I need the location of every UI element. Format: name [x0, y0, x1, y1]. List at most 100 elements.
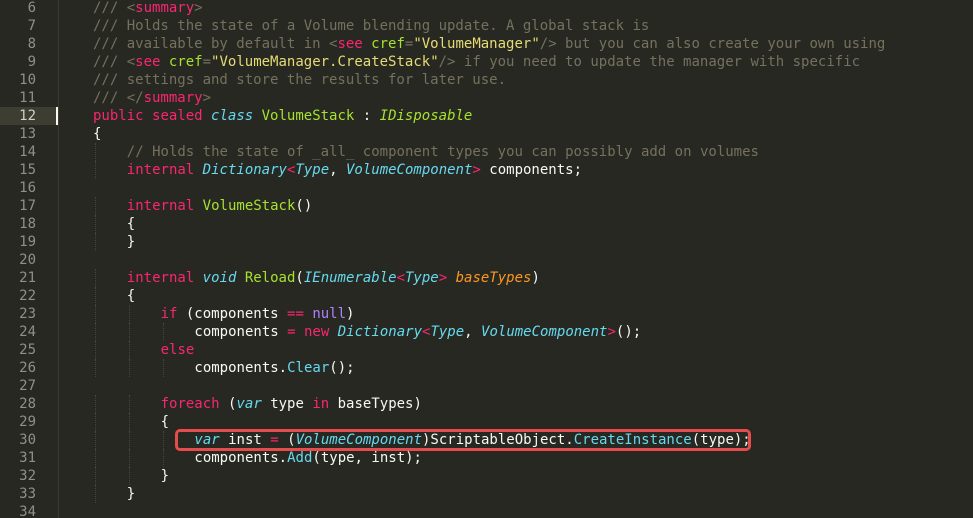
- code-text[interactable]: // Holds the state of _all_ component ty…: [127, 143, 759, 161]
- code-line[interactable]: 31 components.Add(type, inst);: [0, 449, 973, 467]
- line-number: 16: [19, 180, 36, 196]
- code-token: /// <: [93, 54, 136, 70]
- code-line[interactable]: 27: [0, 377, 973, 395]
- code-token: cref: [371, 36, 405, 52]
- code-text[interactable]: var inst = (VolumeComponent)ScriptableOb…: [194, 431, 750, 449]
- code-text[interactable]: /// <summary>: [93, 0, 203, 17]
- code-line[interactable]: 16: [0, 179, 973, 197]
- line-number: 13: [19, 126, 36, 142]
- code-text[interactable]: internal void Reload(IEnumerable<Type> b…: [127, 269, 540, 287]
- code-line[interactable]: 23 if (components == null): [0, 305, 973, 323]
- code-line[interactable]: 11 /// </summary>: [0, 89, 973, 107]
- code-token: ): [531, 270, 540, 286]
- code-line[interactable]: 25 else: [0, 341, 973, 359]
- code-text[interactable]: /// settings and store the results for l…: [93, 71, 506, 89]
- code-line[interactable]: 19}: [0, 233, 973, 251]
- code-text[interactable]: internal Dictionary<Type, VolumeComponen…: [127, 161, 582, 179]
- line-number: 22: [19, 288, 36, 304]
- code-line[interactable]: 24 components = new Dictionary<Type, Volu…: [0, 323, 973, 341]
- line-number: 34: [19, 504, 36, 518]
- code-token: >: [607, 324, 616, 340]
- code-line[interactable]: 8 /// available by default in <see cref="…: [0, 35, 973, 53]
- code-token: }: [126, 486, 136, 502]
- line-number: 18: [19, 216, 36, 232]
- code-line[interactable]: 10 /// settings and store the results for…: [0, 71, 973, 89]
- code-token: >: [472, 162, 481, 178]
- indent-guide: [95, 341, 96, 359]
- code-line[interactable]: 28 foreach (var type in baseTypes): [0, 395, 973, 413]
- code-token: {: [93, 126, 102, 142]
- code-text[interactable]: /// available by default in <see cref="V…: [93, 35, 885, 53]
- code-line[interactable]: 22 {: [0, 287, 973, 305]
- code-text[interactable]: }: [127, 485, 135, 503]
- code-token: /// <: [93, 0, 136, 16]
- code-line[interactable]: 26 components.Clear();: [0, 359, 973, 377]
- code-token: VolumeStack: [261, 108, 355, 124]
- code-token: >: [202, 90, 212, 106]
- code-line[interactable]: 15 internal Dictionary<Type, VolumeCompon…: [0, 161, 973, 179]
- code-line[interactable]: 17 internal VolumeStack(): [0, 197, 973, 215]
- code-line[interactable]: 9 /// <see cref="VolumeManager.CreateStac…: [0, 53, 973, 71]
- code-token: baseTypes): [329, 396, 422, 412]
- code-line[interactable]: 34: [0, 503, 973, 518]
- code-line[interactable]: 6 /// <summary>: [0, 0, 973, 17]
- code-text[interactable]: components.Clear();: [194, 359, 354, 377]
- code-token: Clear: [287, 360, 330, 376]
- code-text[interactable]: components = new Dictionary<Type, Volume…: [194, 323, 641, 341]
- code-text[interactable]: {: [93, 125, 101, 143]
- code-editor[interactable]: 6/// <summary> 7/// Holds the state of a …: [0, 0, 973, 518]
- code-token: // Holds the state of _all_ component ty…: [126, 144, 759, 160]
- code-text[interactable]: {: [127, 287, 135, 305]
- code-text[interactable]: {: [161, 413, 169, 431]
- code-text[interactable]: internal VolumeStack(): [127, 197, 312, 215]
- code-token: see: [135, 54, 161, 70]
- indent-guide: [95, 323, 96, 341]
- code-line[interactable]: 29 {: [0, 413, 973, 431]
- line-number: 25: [19, 342, 36, 358]
- line-number: 27: [19, 378, 36, 394]
- code-line[interactable]: 18 {: [0, 215, 973, 233]
- code-token: (type);: [691, 432, 751, 448]
- indent-guide: [162, 323, 164, 341]
- code-text[interactable]: if (components == null): [161, 305, 355, 323]
- code-text[interactable]: public sealed class VolumeStack : IDispo…: [93, 107, 472, 125]
- code-token: components;: [480, 162, 583, 178]
- line-number: 26: [19, 360, 36, 376]
- code-line[interactable]: 30 var inst = (VolumeComponent)Scriptable…: [0, 431, 973, 449]
- line-number: 15: [19, 162, 36, 178]
- code-token: Type: [405, 270, 439, 286]
- line-number: 32: [19, 468, 36, 484]
- code-token: (: [295, 270, 304, 286]
- line-number: 31: [19, 450, 36, 466]
- code-text[interactable]: foreach (var type in baseTypes): [161, 395, 422, 413]
- code-text[interactable]: /// <see cref="VolumeManager.CreateStack…: [93, 53, 860, 71]
- code-token: components: [194, 324, 288, 340]
- code-token: }: [126, 234, 136, 250]
- code-line[interactable]: 7 /// Holds the state of a Volume blendin…: [0, 17, 973, 35]
- code-line[interactable]: 13 {: [0, 125, 973, 143]
- code-text[interactable]: /// Holds the state of a Volume blending…: [93, 17, 649, 35]
- code-text[interactable]: }: [161, 467, 169, 485]
- code-text[interactable]: components.Add(type, inst);: [194, 449, 422, 467]
- code-line[interactable]: 33}: [0, 485, 973, 503]
- indent-guide: [128, 449, 130, 467]
- code-text[interactable]: {: [127, 215, 135, 233]
- code-token: >: [194, 0, 203, 16]
- line-number: 19: [19, 234, 36, 250]
- code-line[interactable]: 20: [0, 251, 973, 269]
- code-text[interactable]: else: [161, 341, 195, 359]
- indent-guide: [95, 269, 96, 287]
- code-text[interactable]: }: [127, 233, 135, 251]
- code-line[interactable]: 12 public sealed class VolumeStack : IDis…: [0, 107, 973, 125]
- code-line[interactable]: 21 internal void Reload(IEnumerable<Type>…: [0, 269, 973, 287]
- code-token: public: [93, 108, 144, 124]
- code-token: var: [194, 432, 220, 448]
- code-line[interactable]: 14 // Holds the state of _all_ component …: [0, 143, 973, 161]
- code-token: (: [219, 396, 237, 412]
- code-line[interactable]: 32}: [0, 467, 973, 485]
- code-text[interactable]: /// </summary>: [93, 89, 211, 107]
